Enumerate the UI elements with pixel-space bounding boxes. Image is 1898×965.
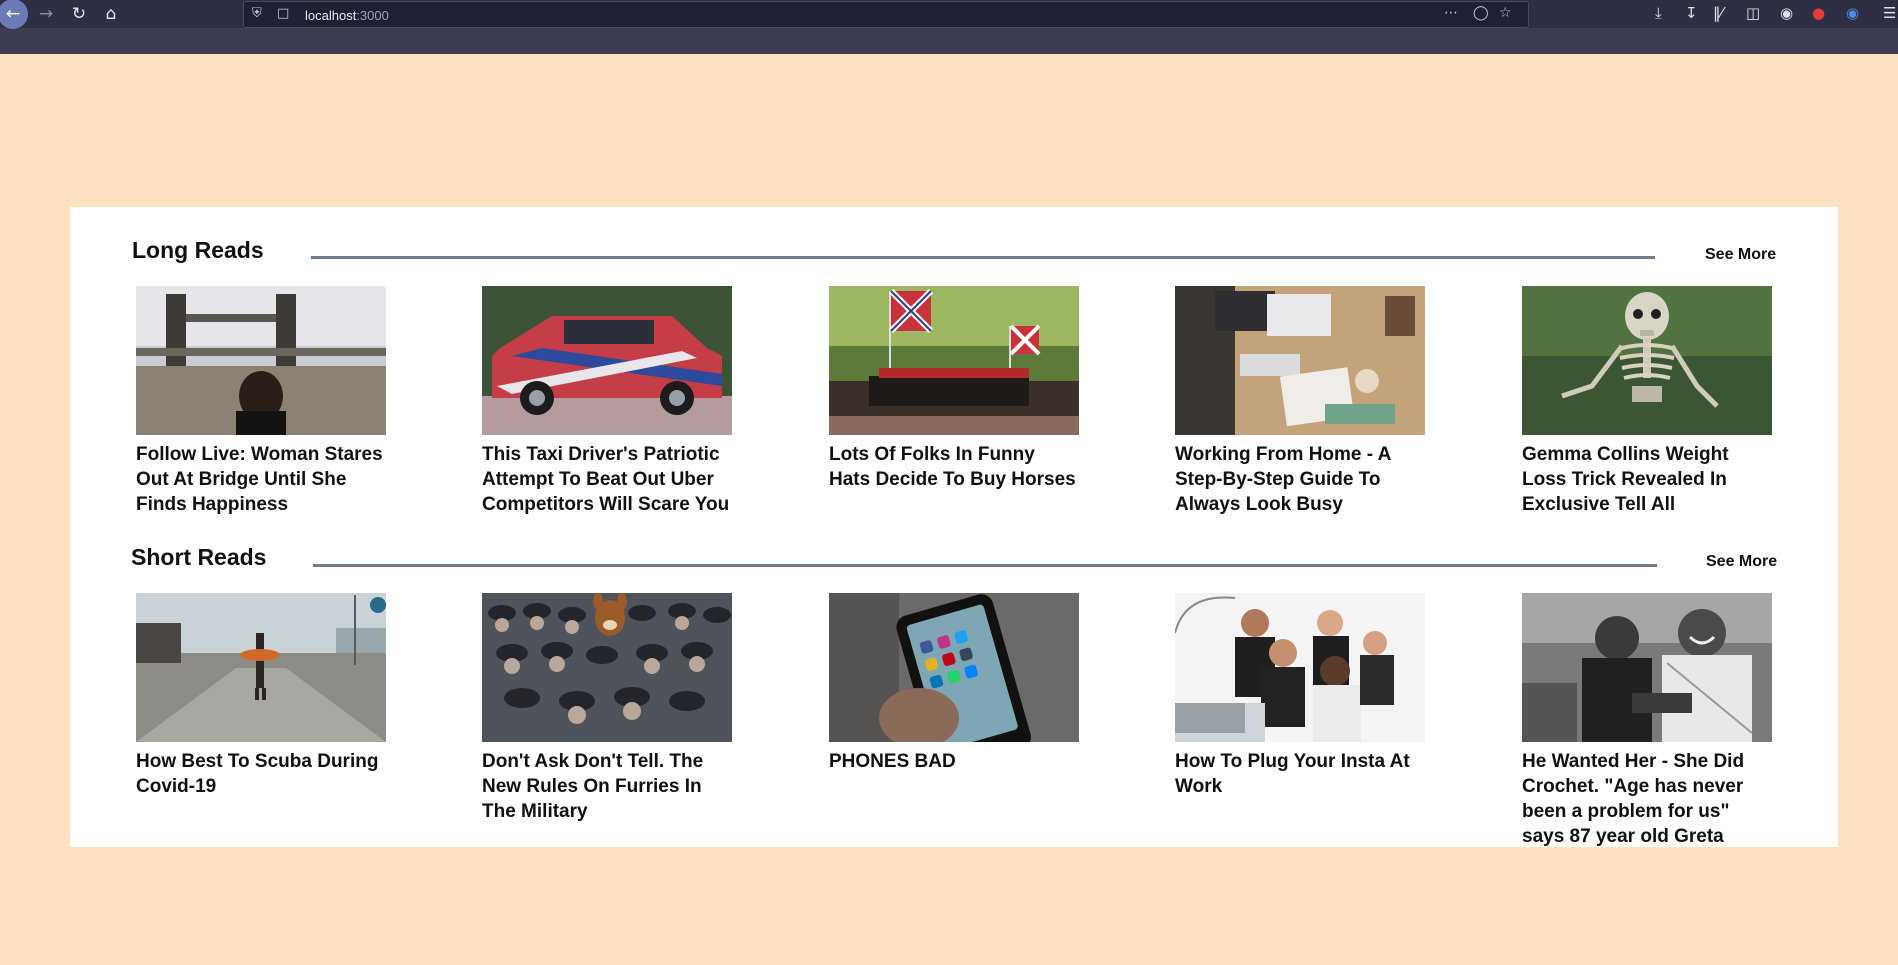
horses-parade-photo[interactable] — [829, 286, 1079, 435]
military-photo[interactable] — [482, 593, 732, 742]
article-card[interactable]: PHONES BAD — [829, 593, 1079, 774]
pocket-icon[interactable]: ◯ — [1473, 5, 1489, 21]
article-headline[interactable]: PHONES BAD — [829, 749, 1079, 774]
section-title: Long Reads — [132, 237, 264, 263]
library-icon[interactable]: ‖⁄ — [1713, 4, 1723, 22]
downloads-icon[interactable]: ⤓ — [1655, 4, 1662, 22]
office-team-photo[interactable] — [1175, 593, 1425, 742]
article-headline[interactable]: He Wanted Her - She Did Crochet. "Age ha… — [1522, 749, 1772, 849]
sidebar-icon[interactable]: ◫ — [1746, 4, 1760, 22]
article-headline[interactable]: Lots Of Folks In Funny Hats Decide To Bu… — [829, 442, 1079, 492]
browser-toolbar: ← → ↻ ⌂ ⛨ □ localhost:3000 ⋯ ◯ ☆ ⤓ ↧ ‖⁄ … — [0, 0, 1898, 54]
article-card[interactable]: How Best To Scuba During Covid-19 — [136, 593, 386, 799]
friends-photo[interactable] — [1522, 593, 1772, 742]
reload-icon[interactable]: ↻ — [66, 2, 92, 26]
see-more-link[interactable]: See More — [1706, 553, 1777, 571]
section-title: Short Reads — [131, 544, 267, 570]
street-photo[interactable] — [136, 593, 386, 742]
desk-photo[interactable] — [1175, 286, 1425, 435]
article-headline[interactable]: Follow Live: Woman Stares Out At Bridge … — [136, 442, 386, 517]
article-headline[interactable]: Working From Home - A Step-By-Step Guide… — [1175, 442, 1425, 517]
article-card[interactable]: Don't Ask Don't Tell. The New Rules On F… — [482, 593, 732, 824]
url-host: localhost — [305, 8, 357, 23]
section-divider — [313, 564, 1657, 567]
bridge-photo[interactable] — [136, 286, 386, 435]
vpn-extension-icon[interactable]: ◉ — [1846, 4, 1859, 22]
url-text[interactable]: localhost:3000 — [305, 8, 389, 23]
see-more-link[interactable]: See More — [1705, 246, 1776, 264]
forward-icon[interactable]: → — [33, 2, 59, 26]
star-icon[interactable]: ☆ — [1499, 5, 1512, 21]
article-card[interactable]: He Wanted Her - She Did Crochet. "Age ha… — [1522, 593, 1772, 849]
taxi-photo[interactable] — [482, 286, 732, 435]
article-card[interactable]: Lots Of Folks In Funny Hats Decide To Bu… — [829, 286, 1079, 492]
article-headline[interactable]: Don't Ask Don't Tell. The New Rules On F… — [482, 749, 732, 824]
article-card[interactable]: Follow Live: Woman Stares Out At Bridge … — [136, 286, 386, 517]
home-icon[interactable]: ⌂ — [98, 2, 124, 26]
article-headline[interactable]: Gemma Collins Weight Loss Trick Revealed… — [1522, 442, 1772, 517]
account-icon[interactable]: ◉ — [1780, 4, 1793, 22]
url-port: :3000 — [356, 8, 389, 23]
article-headline[interactable]: How Best To Scuba During Covid-19 — [136, 749, 386, 799]
skeleton-photo[interactable] — [1522, 286, 1772, 435]
article-card[interactable]: Gemma Collins Weight Loss Trick Revealed… — [1522, 286, 1772, 517]
menu-icon[interactable]: ☰ — [1883, 4, 1896, 22]
page-icon: □ — [277, 6, 290, 21]
shield-icon[interactable]: ⛨ — [252, 6, 262, 21]
address-bar[interactable]: ⛨ □ localhost:3000 ⋯ ◯ ☆ — [243, 1, 1529, 28]
download-arrow-icon[interactable]: ↧ — [1685, 4, 1698, 22]
section-divider — [311, 256, 1655, 259]
extension-icon[interactable]: ● — [1812, 4, 1825, 22]
article-headline[interactable]: How To Plug Your Insta At Work — [1175, 749, 1425, 799]
phone-photo[interactable] — [829, 593, 1079, 742]
content-card: Long Reads See More Follow Live: Woman S… — [70, 207, 1838, 847]
more-icon[interactable]: ⋯ — [1444, 5, 1458, 21]
article-card[interactable]: This Taxi Driver's Patriotic Attempt To … — [482, 286, 732, 517]
article-card[interactable]: How To Plug Your Insta At Work — [1175, 593, 1425, 799]
article-card[interactable]: Working From Home - A Step-By-Step Guide… — [1175, 286, 1425, 517]
article-headline[interactable]: This Taxi Driver's Patriotic Attempt To … — [482, 442, 732, 517]
